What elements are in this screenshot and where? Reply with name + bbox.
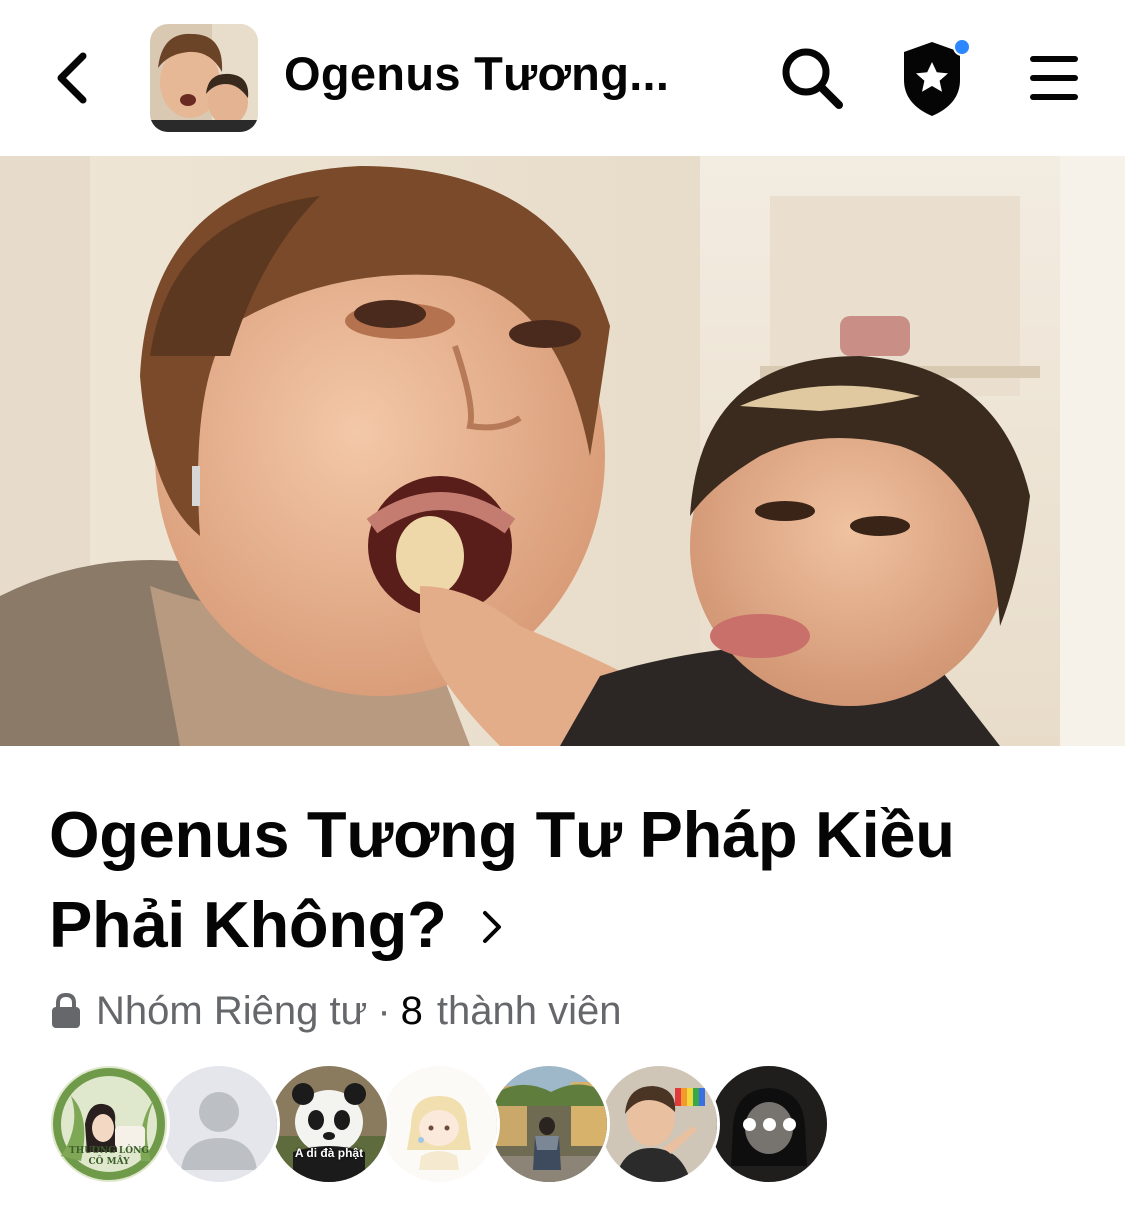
- chevron-left-icon: [57, 52, 87, 104]
- notification-dot: [953, 38, 971, 56]
- more-members-avatar[interactable]: [708, 1063, 830, 1185]
- back-button[interactable]: [38, 40, 108, 116]
- header-title[interactable]: Ogenus Tương...: [284, 46, 669, 101]
- hamburger-menu-icon: [1030, 56, 1078, 100]
- member-avatar[interactable]: [598, 1063, 720, 1185]
- menu-button[interactable]: [1012, 36, 1096, 120]
- group-cover-photo[interactable]: [0, 156, 1125, 746]
- more-icon: [711, 1066, 827, 1182]
- lock-icon: [50, 992, 82, 1030]
- member-avatar[interactable]: THƯƠNG LÒNG CÔ MÂY: [48, 1063, 170, 1185]
- avatar-caption: A di đà phật: [294, 1146, 364, 1160]
- group-thumbnail[interactable]: [150, 24, 258, 132]
- avatar-caption: THƯƠNG LÒNG CÔ MÂY: [69, 1146, 150, 1167]
- group-name-link[interactable]: Ogenus Tương Tư Pháp Kiều Phải Không?: [49, 790, 1069, 970]
- member-avatar-default[interactable]: [158, 1063, 280, 1185]
- group-meta: Nhóm Riêng tư · 8 thành viên: [50, 985, 622, 1037]
- member-avatar[interactable]: [378, 1063, 500, 1185]
- shield-star-icon: [904, 38, 971, 116]
- admin-tools-button[interactable]: [892, 36, 976, 120]
- member-avatar[interactable]: [488, 1063, 610, 1185]
- member-label[interactable]: thành viên: [437, 989, 622, 1034]
- member-avatar[interactable]: A di đà phật: [268, 1063, 390, 1185]
- chevron-right-icon: [480, 880, 504, 970]
- separator-dot: ·: [377, 988, 391, 1033]
- search-icon: [782, 48, 843, 109]
- search-button[interactable]: [770, 36, 854, 120]
- privacy-label: Nhóm Riêng tư: [96, 988, 368, 1033]
- member-count[interactable]: 8: [401, 989, 423, 1034]
- top-navigation-bar: Ogenus Tương...: [0, 0, 1125, 156]
- default-avatar-icon: [161, 1066, 277, 1182]
